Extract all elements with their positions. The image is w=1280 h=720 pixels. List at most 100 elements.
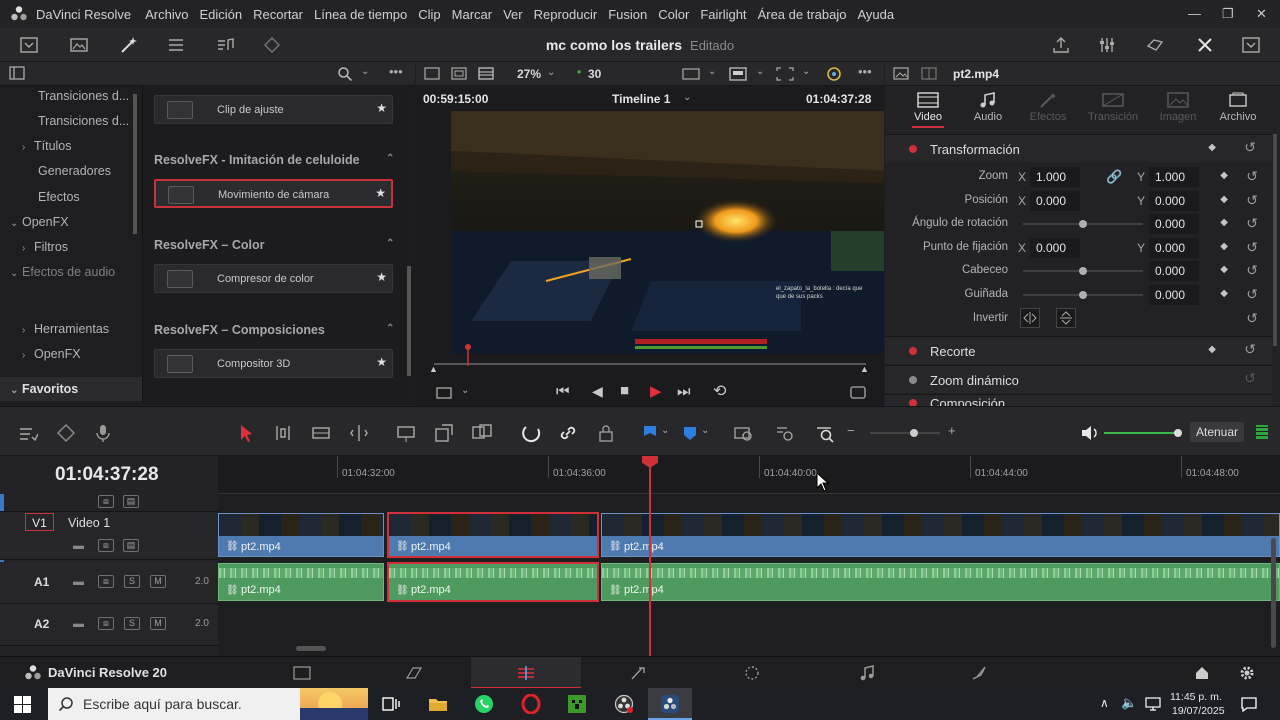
tree-item-efectos-audio[interactable]: ⌄ Efectos de audio bbox=[10, 265, 115, 279]
rotation-field[interactable]: 0.000 bbox=[1149, 214, 1199, 234]
slider-knob[interactable] bbox=[1079, 291, 1087, 299]
timeline-tracks[interactable]: 01:04:32:00 01:04:36:00 01:04:40:00 01:0… bbox=[218, 456, 1280, 656]
replace-clip-icon[interactable] bbox=[472, 423, 492, 443]
enable-toggle-icon[interactable] bbox=[909, 145, 917, 153]
timeline-options-icon[interactable] bbox=[18, 423, 38, 443]
reset-icon[interactable]: ↺ bbox=[1244, 341, 1256, 358]
flip-horizontal-icon[interactable] bbox=[1020, 308, 1040, 328]
more-options-icon[interactable]: ••• bbox=[389, 64, 403, 79]
zoom-out-icon[interactable]: − bbox=[847, 423, 855, 438]
obs-icon[interactable] bbox=[614, 694, 634, 714]
network-icon[interactable] bbox=[1145, 697, 1161, 711]
inspector-scrollbar[interactable] bbox=[1273, 134, 1277, 346]
tree-scrollbar[interactable] bbox=[133, 94, 137, 234]
menu-fairlight[interactable]: Fairlight bbox=[700, 7, 746, 22]
viewer-mode-icon[interactable] bbox=[436, 386, 452, 400]
metadata-icon[interactable] bbox=[1146, 36, 1164, 54]
reset-icon[interactable]: ↺ bbox=[1246, 262, 1258, 279]
menu-fusion[interactable]: Fusion bbox=[608, 7, 647, 22]
play-icon[interactable]: ▶ bbox=[650, 382, 662, 400]
auto-select-icon[interactable]: ⧈ bbox=[98, 495, 114, 508]
snap-marker-icon[interactable] bbox=[56, 423, 76, 443]
yaw-field[interactable]: 0.000 bbox=[1149, 285, 1199, 305]
slider-knob[interactable] bbox=[1174, 429, 1182, 437]
safe-area-dropdown-icon[interactable]: ⌄ bbox=[802, 66, 810, 77]
loop-icon[interactable]: ⟲ bbox=[713, 381, 726, 401]
page-media[interactable] bbox=[247, 657, 357, 689]
star-icon[interactable]: ★ bbox=[375, 186, 386, 200]
color-sync-icon[interactable] bbox=[826, 66, 842, 82]
section-composicion[interactable]: Composición bbox=[885, 394, 1272, 406]
pitch-slider[interactable] bbox=[1023, 267, 1143, 275]
insert-clip-icon[interactable] bbox=[396, 423, 416, 443]
scrub-bar[interactable] bbox=[434, 363, 866, 365]
reverse-play-icon[interactable]: ◀ bbox=[592, 383, 603, 400]
position-lock-icon[interactable] bbox=[596, 423, 616, 443]
sidebar-toggle-icon[interactable] bbox=[9, 66, 25, 80]
slider-knob[interactable] bbox=[1079, 220, 1087, 228]
reset-icon[interactable]: ↺ bbox=[1246, 239, 1258, 256]
star-icon[interactable]: ★ bbox=[376, 355, 387, 369]
custom-zoom-icon[interactable] bbox=[815, 423, 835, 443]
snapping-icon[interactable] bbox=[522, 423, 542, 443]
zoom-x-field[interactable]: 1.000 bbox=[1030, 167, 1080, 187]
fx-item-clip-de-ajuste[interactable]: Clip de ajuste ★ bbox=[154, 95, 393, 124]
page-deliver[interactable] bbox=[919, 657, 1029, 689]
taskbar-davinci-active[interactable] bbox=[648, 688, 692, 720]
task-view-icon[interactable] bbox=[382, 696, 400, 712]
mute-button[interactable]: M bbox=[150, 575, 166, 588]
position-x-field[interactable]: 0.000 bbox=[1030, 191, 1080, 211]
fx-item-compresor-de-color[interactable]: Compresor de color ★ bbox=[154, 264, 393, 293]
keyframe-icon[interactable]: ◆ bbox=[1220, 264, 1228, 275]
flag-icon[interactable] bbox=[640, 423, 660, 443]
solo-button[interactable]: S bbox=[124, 617, 140, 630]
fx-item-movimiento-de-camara[interactable]: Movimiento de cámara ★ bbox=[154, 179, 393, 208]
tray-date[interactable]: 19/07/2025 bbox=[1172, 705, 1225, 717]
keyframe-icon[interactable]: ◆ bbox=[1220, 288, 1228, 299]
video-clip-selected[interactable]: ⛓ pt2.mp4 bbox=[387, 512, 599, 558]
anchor-y-field[interactable]: 0.000 bbox=[1149, 238, 1199, 258]
category-color[interactable]: ResolveFX – Color ⌃ bbox=[154, 238, 394, 252]
auto-select-icon[interactable]: ⧈ bbox=[98, 539, 114, 552]
taskbar-search[interactable]: Escribe aquí para buscar. bbox=[48, 688, 368, 720]
volume-icon[interactable] bbox=[1080, 423, 1100, 443]
microphone-icon[interactable] bbox=[93, 423, 113, 443]
more-options-icon[interactable]: ••• bbox=[858, 64, 872, 79]
slider-knob[interactable] bbox=[1079, 267, 1087, 275]
chevron-up-icon[interactable]: ⌃ bbox=[386, 238, 394, 249]
out-point-icon[interactable]: ▲ bbox=[860, 364, 869, 374]
tree-item-fav-openfx[interactable]: › OpenFX bbox=[22, 347, 81, 361]
output-icon[interactable] bbox=[729, 67, 747, 81]
position-y-field[interactable]: 0.000 bbox=[1149, 191, 1199, 211]
lock-icon[interactable]: ▬ bbox=[73, 540, 84, 552]
windows-start-icon[interactable] bbox=[14, 696, 31, 713]
video-frame[interactable]: el_zapato_la_botella : decía que que de … bbox=[451, 111, 884, 354]
disable-track-icon[interactable]: ▤ bbox=[123, 539, 139, 552]
selection-tool-icon[interactable] bbox=[236, 423, 256, 443]
auto-select-icon[interactable]: ⧈ bbox=[98, 575, 114, 588]
timeline-dropdown-icon[interactable]: ⌄ bbox=[683, 92, 691, 103]
mute-button[interactable]: M bbox=[150, 617, 166, 630]
reset-icon[interactable]: ↺ bbox=[1246, 286, 1258, 303]
dynamic-trim-icon[interactable] bbox=[311, 423, 331, 443]
reset-icon[interactable]: ↺ bbox=[1246, 168, 1258, 185]
flip-vertical-icon[interactable] bbox=[1056, 308, 1076, 328]
tree-item-filtros[interactable]: › Filtros bbox=[22, 240, 68, 254]
mixer-icon[interactable] bbox=[1098, 36, 1116, 54]
viewer-layout-icon[interactable] bbox=[424, 67, 440, 80]
star-icon[interactable]: ★ bbox=[376, 101, 387, 115]
solo-button[interactable]: S bbox=[124, 575, 140, 588]
enable-toggle-icon[interactable] bbox=[909, 376, 917, 384]
menu-archivo[interactable]: Archivo bbox=[145, 7, 188, 22]
tree-item-transiciones-video[interactable]: Transiciones d... bbox=[38, 89, 129, 103]
audio-clip[interactable]: ⛓ pt2.mp4 bbox=[218, 563, 384, 601]
tray-chevron-icon[interactable]: ∧ bbox=[1100, 696, 1109, 710]
anchor-x-field[interactable]: 0.000 bbox=[1030, 238, 1080, 258]
film-strip-icon[interactable] bbox=[478, 67, 494, 80]
section-recorte[interactable]: Recorte ◆ ↺ bbox=[885, 336, 1272, 364]
tree-item-titulos[interactable]: › Títulos bbox=[22, 139, 72, 153]
keyframe-icon[interactable]: ◆ bbox=[1220, 170, 1228, 181]
tab-efectos[interactable]: Efectos bbox=[1020, 92, 1076, 123]
menu-area-de-trabajo[interactable]: Área de trabajo bbox=[758, 7, 847, 22]
audio-clip[interactable]: ⛓ pt2.mp4 bbox=[601, 563, 1280, 601]
